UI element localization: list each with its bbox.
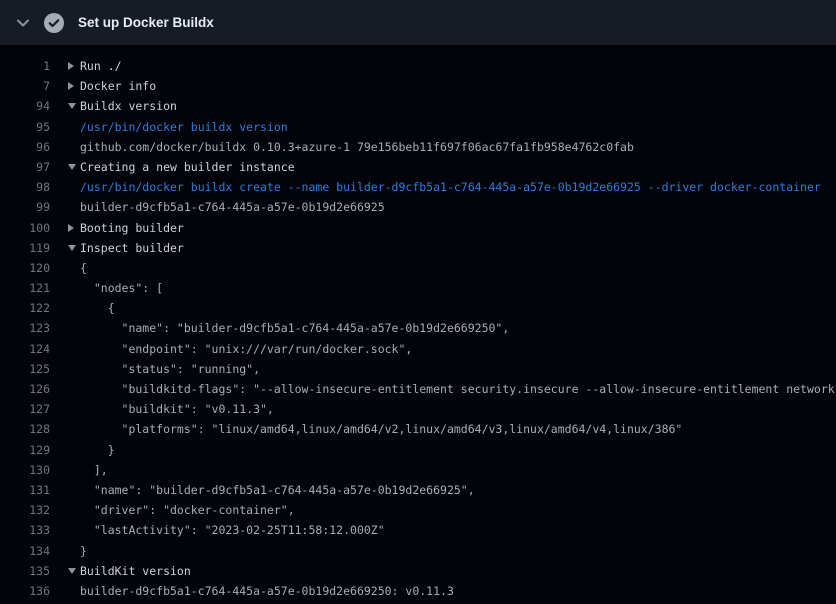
log-line-row: 99 builder-d9cfb5a1-c764-445a-a57e-0b19d2… xyxy=(0,197,836,217)
line-number-link[interactable]: 100 xyxy=(0,218,50,238)
line-number-link[interactable]: 96 xyxy=(0,137,50,157)
log-line-row: 124 "endpoint": "unix:///var/run/docker.… xyxy=(0,339,836,359)
log-line-text: "nodes": [ xyxy=(80,278,163,298)
log-line-text: github.com/docker/buildx 0.10.3+azure-1 … xyxy=(80,137,634,157)
line-number-link[interactable]: 133 xyxy=(0,520,50,540)
group-collapsed-arrow-icon[interactable] xyxy=(68,82,80,90)
line-number-link[interactable]: 123 xyxy=(0,318,50,338)
log-group-title: BuildKit version xyxy=(80,561,191,581)
line-number-link[interactable]: 125 xyxy=(0,359,50,379)
log-line-row: 129 } xyxy=(0,440,836,460)
line-number-link[interactable]: 130 xyxy=(0,460,50,480)
group-collapsed-arrow-icon[interactable] xyxy=(68,62,80,70)
log-line-row: 128 "platforms": "linux/amd64,linux/amd6… xyxy=(0,419,836,439)
log-group-title: Run ./ xyxy=(80,56,122,76)
log-line-row: 98/usr/bin/docker buildx create --name b… xyxy=(0,177,836,197)
line-number-link[interactable]: 126 xyxy=(0,379,50,399)
log-command-text: /usr/bin/docker buildx create --name bui… xyxy=(80,177,821,197)
log-line-row: 127 "buildkit": "v0.11.3", xyxy=(0,399,836,419)
log-group-row[interactable]: 97 Creating a new builder instance xyxy=(0,157,836,177)
log-line-row: 132 "driver": "docker-container", xyxy=(0,500,836,520)
line-number-link[interactable]: 94 xyxy=(0,96,50,116)
log-line-row: 120 { xyxy=(0,258,836,278)
log-line-text: "endpoint": "unix:///var/run/docker.sock… xyxy=(80,339,412,359)
log-line-text: "platforms": "linux/amd64,linux/amd64/v2… xyxy=(80,419,682,439)
line-number-link[interactable]: 97 xyxy=(0,157,50,177)
log-line-text: "buildkit": "v0.11.3", xyxy=(80,399,274,419)
log-line-text: } xyxy=(80,440,115,460)
log-command-text: /usr/bin/docker buildx version xyxy=(80,117,288,137)
step-header[interactable]: Set up Docker Buildx xyxy=(0,0,836,45)
line-number-link[interactable]: 122 xyxy=(0,298,50,318)
step-title: Set up Docker Buildx xyxy=(78,15,214,30)
log-line-text: builder-d9cfb5a1-c764-445a-a57e-0b19d2e6… xyxy=(80,581,454,601)
log-line-row: 131 "name": "builder-d9cfb5a1-c764-445a-… xyxy=(0,480,836,500)
log-group-title: Creating a new builder instance xyxy=(80,157,295,177)
log-line-row: 121 "nodes": [ xyxy=(0,278,836,298)
log-line-text: ], xyxy=(80,460,108,480)
line-number-link[interactable]: 119 xyxy=(0,238,50,258)
line-number-link[interactable]: 98 xyxy=(0,177,50,197)
log-line-text: { xyxy=(80,298,115,318)
log-line-row: 95/usr/bin/docker buildx version xyxy=(0,117,836,137)
line-number-link[interactable]: 127 xyxy=(0,399,50,419)
group-collapsed-arrow-icon[interactable] xyxy=(68,224,80,232)
group-expanded-arrow-icon[interactable] xyxy=(68,164,80,170)
line-number-link[interactable]: 99 xyxy=(0,197,50,217)
line-number-link[interactable]: 124 xyxy=(0,339,50,359)
log-group-title: Booting builder xyxy=(80,218,184,238)
log-line-row: 133 "lastActivity": "2023-02-25T11:58:12… xyxy=(0,520,836,540)
line-number-link[interactable]: 1 xyxy=(0,56,50,76)
log-line-text: "name": "builder-d9cfb5a1-c764-445a-a57e… xyxy=(80,318,509,338)
log-line-text: "driver": "docker-container", xyxy=(80,500,295,520)
log-line-row: 130 ], xyxy=(0,460,836,480)
log-line-text: builder-d9cfb5a1-c764-445a-a57e-0b19d2e6… xyxy=(80,197,385,217)
group-expanded-arrow-icon[interactable] xyxy=(68,103,80,109)
log-line-text: } xyxy=(80,541,87,561)
log-group-title: Inspect builder xyxy=(80,238,184,258)
group-expanded-arrow-icon[interactable] xyxy=(68,568,80,574)
line-number-link[interactable]: 135 xyxy=(0,561,50,581)
log-group-row[interactable]: 119 Inspect builder xyxy=(0,238,836,258)
log-line-row: 134} xyxy=(0,541,836,561)
log-group-row[interactable]: 135 BuildKit version xyxy=(0,561,836,581)
line-number-link[interactable]: 121 xyxy=(0,278,50,298)
log-line-text: "buildkitd-flags": "--allow-insecure-ent… xyxy=(80,379,835,399)
log-group-row[interactable]: 1 Run ./ xyxy=(0,56,836,76)
log-line-row: 136 builder-d9cfb5a1-c764-445a-a57e-0b19d… xyxy=(0,581,836,601)
line-number-link[interactable]: 120 xyxy=(0,258,50,278)
log-group-title: Buildx version xyxy=(80,96,177,116)
log-viewer: 1Run ./7Docker info94Buildx version95/us… xyxy=(0,45,836,601)
line-number-link[interactable]: 7 xyxy=(0,76,50,96)
line-number-link[interactable]: 131 xyxy=(0,480,50,500)
line-number-link[interactable]: 132 xyxy=(0,500,50,520)
log-line-text: "name": "builder-d9cfb5a1-c764-445a-a57e… xyxy=(80,480,475,500)
log-line-text: "lastActivity": "2023-02-25T11:58:12.000… xyxy=(80,520,385,540)
log-line-row: 123 "name": "builder-d9cfb5a1-c764-445a-… xyxy=(0,318,836,338)
line-number-link[interactable]: 136 xyxy=(0,581,50,601)
log-line-row: 122 { xyxy=(0,298,836,318)
chevron-down-icon[interactable] xyxy=(14,14,32,32)
log-group-row[interactable]: 100 Booting builder xyxy=(0,218,836,238)
log-line-row: 126 "buildkitd-flags": "--allow-insecure… xyxy=(0,379,836,399)
log-line-text: { xyxy=(80,258,87,278)
log-line-row: 96 github.com/docker/buildx 0.10.3+azure-… xyxy=(0,137,836,157)
log-group-title: Docker info xyxy=(80,76,156,96)
log-line-text: "status": "running", xyxy=(80,359,260,379)
log-group-row[interactable]: 94 Buildx version xyxy=(0,96,836,116)
line-number-link[interactable]: 134 xyxy=(0,541,50,561)
line-number-link[interactable]: 129 xyxy=(0,440,50,460)
line-number-link[interactable]: 128 xyxy=(0,419,50,439)
group-expanded-arrow-icon[interactable] xyxy=(68,245,80,251)
log-group-row[interactable]: 7 Docker info xyxy=(0,76,836,96)
log-line-row: 125 "status": "running", xyxy=(0,359,836,379)
line-number-link[interactable]: 95 xyxy=(0,117,50,137)
check-circle-icon xyxy=(44,13,64,33)
